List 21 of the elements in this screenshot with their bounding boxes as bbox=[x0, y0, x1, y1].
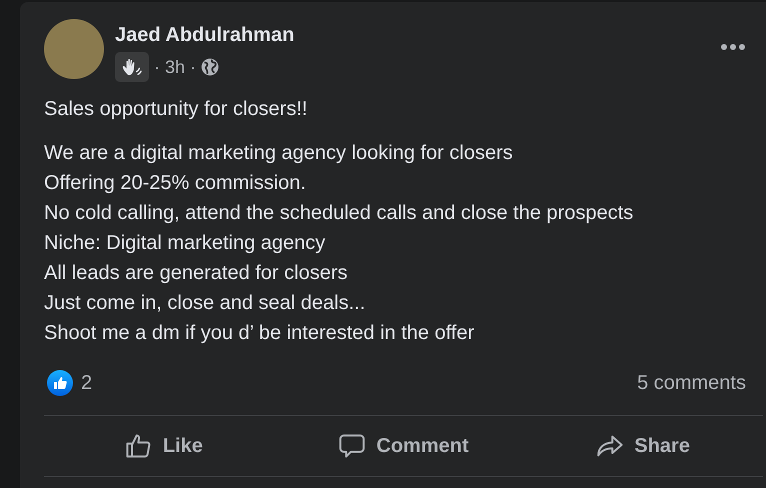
post-text-line: Just come in, close and seal deals... bbox=[44, 291, 366, 316]
author-name[interactable]: Jaed Abdulrahman bbox=[115, 22, 720, 48]
globe-icon bbox=[201, 58, 220, 76]
post-text-line: No cold calling, attend the scheduled calls and close the prospects bbox=[44, 201, 634, 226]
post-headline: Sales opportunity for closers!! bbox=[44, 97, 308, 122]
post-text-line: Niche: Digital marketing agency bbox=[44, 231, 326, 256]
thumbs-up-icon bbox=[124, 432, 153, 460]
post-time[interactable]: · 3h · bbox=[154, 56, 196, 78]
speech-bubble-icon bbox=[338, 432, 366, 460]
post-text-line: All leads are generated for closers bbox=[44, 261, 348, 286]
waving-hand-badge-icon bbox=[115, 52, 149, 82]
post-text-line: We are a digital marketing agency looking for closers bbox=[44, 141, 514, 166]
comments-count[interactable]: 5 comments bbox=[637, 372, 746, 394]
comment-button[interactable]: Comment bbox=[284, 416, 524, 476]
post-text-line: Shoot me a dm if you d’ be interested in the offer bbox=[44, 321, 476, 346]
like-reaction-icon[interactable] bbox=[47, 370, 73, 396]
like-button[interactable]: Like bbox=[44, 416, 284, 476]
more-options-icon[interactable] bbox=[720, 43, 746, 51]
share-button[interactable]: Share bbox=[523, 416, 764, 476]
reaction-count[interactable]: 2 bbox=[81, 372, 92, 394]
post-text-line: Offering 20-25% commission. bbox=[44, 171, 307, 196]
